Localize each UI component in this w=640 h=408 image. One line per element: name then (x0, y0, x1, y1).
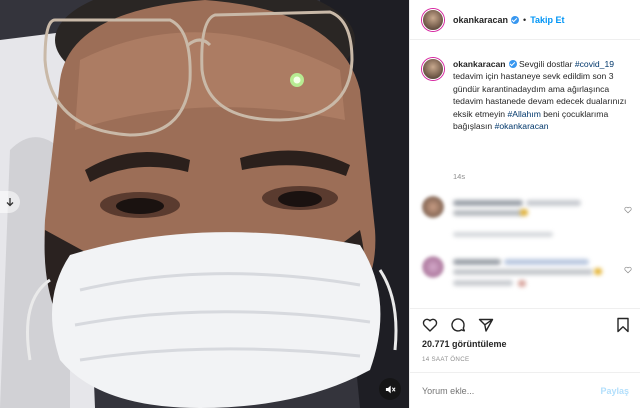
verified-badge-icon (508, 60, 517, 68)
share-button[interactable] (478, 317, 494, 333)
verified-badge-icon (511, 15, 520, 24)
heart-icon[interactable] (624, 206, 632, 214)
caption-timestamp: 14s (453, 172, 466, 181)
post-media[interactable] (0, 0, 409, 408)
paper-plane-icon (478, 318, 494, 332)
mute-button[interactable] (379, 378, 401, 400)
blurred-text (453, 200, 523, 206)
post-header: okankaracan • Takip Et (410, 0, 640, 40)
separator-dot: • (523, 14, 527, 25)
caption-username[interactable]: okankaracan (453, 59, 506, 69)
action-bar (410, 308, 640, 338)
blurred-text (526, 200, 581, 206)
comment-item (422, 196, 634, 252)
follow-button[interactable]: Takip Et (530, 15, 564, 25)
hashtag-allahim[interactable]: #Allahım (507, 109, 540, 119)
caption-avatar[interactable] (422, 58, 444, 80)
comment-icon (451, 318, 465, 332)
caption-text: okankaracan Sevgili dostlar #covid_19 te… (453, 58, 633, 132)
blurred-text (453, 232, 553, 237)
post-sidebar: okankaracan • Takip Et okankaracan Sevgi… (409, 0, 640, 408)
speaker-muted-icon (385, 385, 395, 393)
view-count[interactable]: 20.771 görüntüleme (422, 339, 507, 349)
post-comment-button[interactable]: Paylaş (600, 386, 629, 396)
blurred-text (453, 259, 501, 265)
like-button[interactable] (422, 317, 438, 333)
blurred-emoji (518, 280, 526, 287)
avatar[interactable] (422, 8, 444, 31)
post-caption: okankaracan Sevgili dostlar #covid_19 te… (422, 58, 634, 132)
comment-button[interactable] (450, 317, 466, 333)
bookmark-icon (617, 317, 629, 333)
comment-avatar[interactable] (422, 196, 444, 218)
blurred-emoji (594, 268, 602, 275)
comment-input[interactable] (422, 385, 601, 396)
comment-avatar[interactable] (422, 256, 444, 278)
caption-text-1: Sevgili dostlar (516, 59, 575, 69)
hashtag-covid[interactable]: #covid_19 (575, 59, 614, 69)
comment-item (422, 256, 634, 312)
heart-icon[interactable] (624, 266, 632, 274)
arrow-down-icon (6, 198, 14, 207)
blurred-emoji (520, 209, 528, 216)
comment-form: Paylaş (410, 372, 640, 408)
blurred-text (504, 259, 589, 265)
save-button[interactable] (615, 317, 631, 333)
video-frame (0, 0, 409, 408)
post-time-ago: 14 SAAT ÖNCE (422, 356, 470, 363)
heart-icon (422, 318, 438, 332)
blurred-text (453, 210, 523, 216)
blurred-text (453, 280, 513, 286)
username-link[interactable]: okankaracan (453, 15, 508, 25)
hashtag-okankaracan[interactable]: #okankaracan (495, 121, 549, 131)
blurred-text (453, 269, 593, 275)
